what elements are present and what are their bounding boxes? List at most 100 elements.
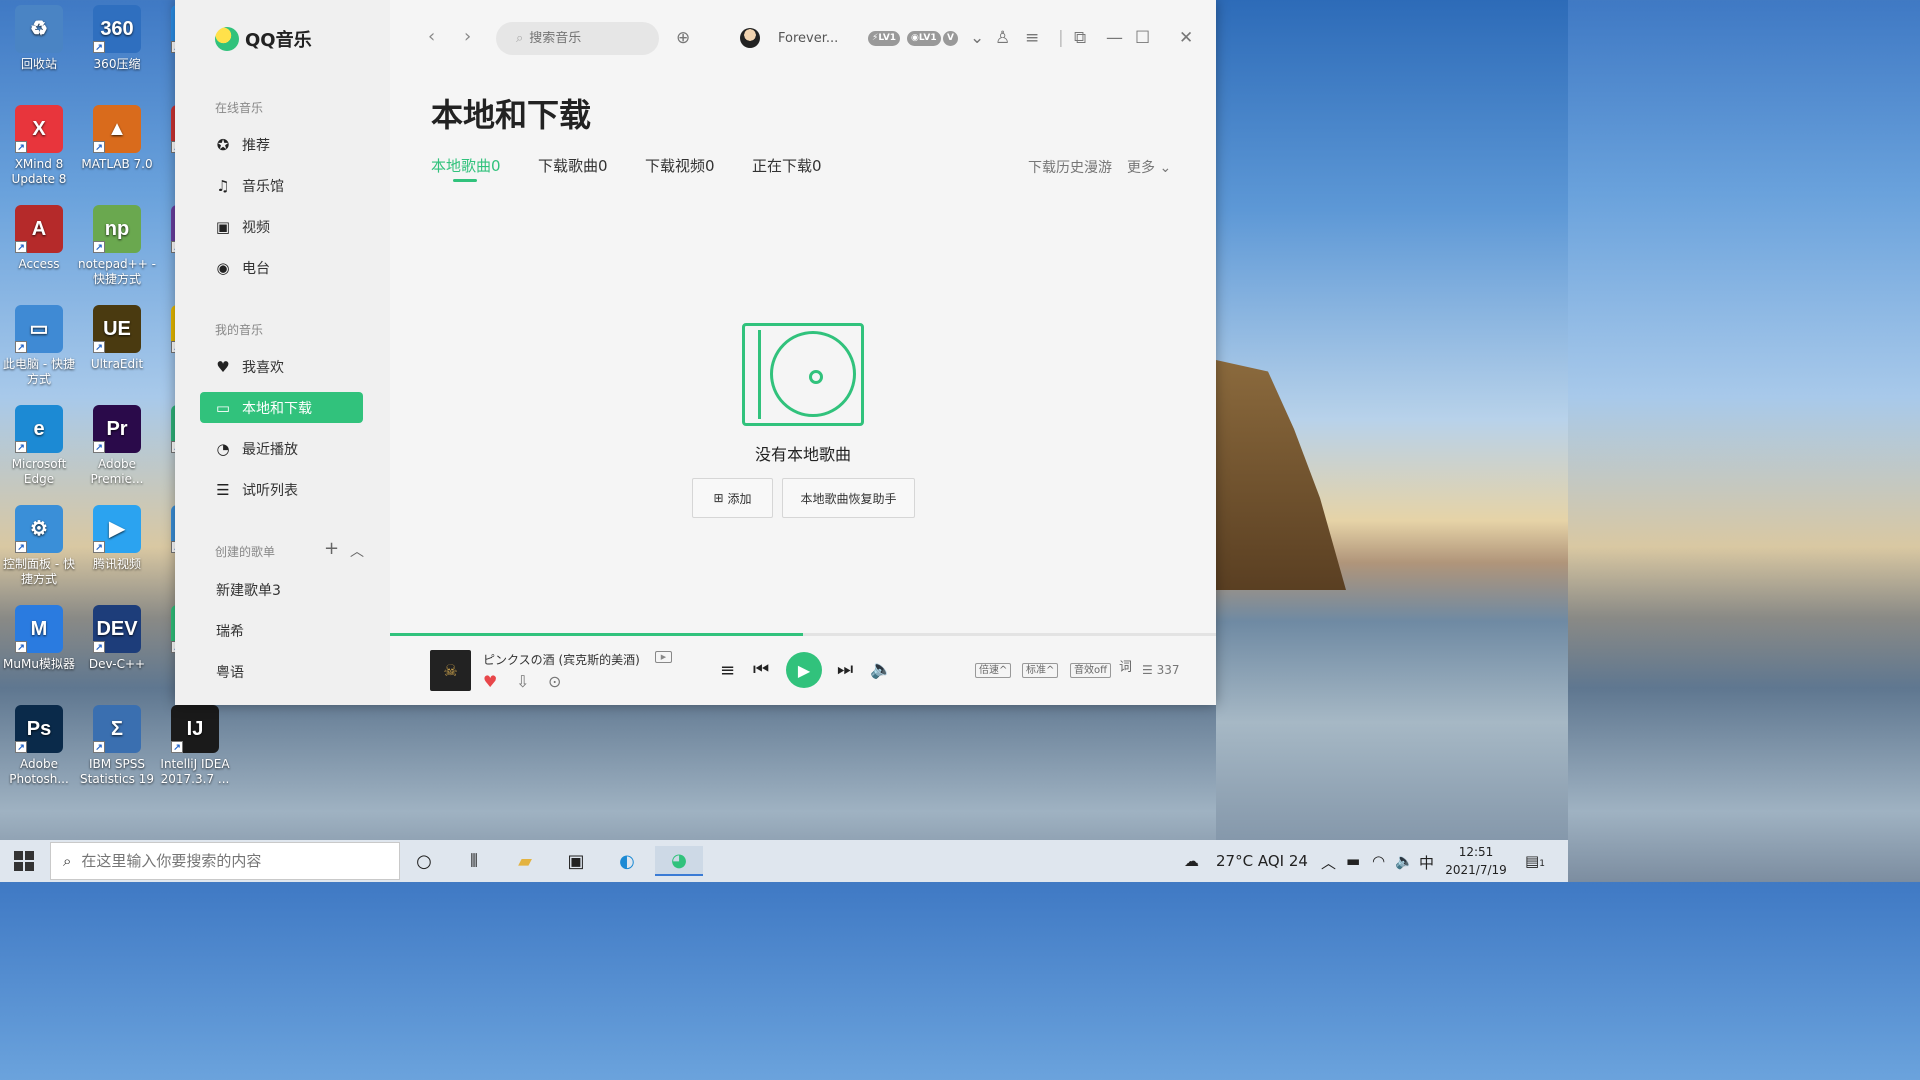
desktop-icon[interactable]: ▭ ↗ 此电脑 - 快捷方式 [0, 305, 78, 387]
desktop-icon[interactable]: X ↗ XMind 8 Update 8 [0, 105, 78, 187]
sidebar-item[interactable]: ♥ 我喜欢 [200, 351, 363, 382]
desktop-icon-label: Dev-C++ [88, 657, 146, 671]
show-hidden-icons[interactable]: ︿ [1321, 852, 1336, 873]
volume-tray-icon[interactable]: 🔈 [1395, 852, 1414, 870]
clock[interactable]: 12:51 2021/7/19 [1440, 843, 1512, 879]
search-box[interactable]: ⌕ [496, 22, 659, 55]
sidebar-item[interactable]: ◉ 电台 [200, 252, 363, 283]
icon-glyph: ▭ [29, 317, 49, 340]
v-badge[interactable]: V [943, 31, 958, 46]
qq-music-taskbar-icon[interactable]: ◕ [655, 846, 703, 876]
weather-icon[interactable]: ☁ [1184, 852, 1199, 870]
quality-chip[interactable]: 标准^ [1022, 663, 1059, 678]
shortcut-arrow-icon: ↗ [15, 441, 27, 453]
voice-search-icon[interactable]: ⊕ [676, 28, 690, 48]
like-heart-icon[interactable]: ♥ [483, 672, 497, 691]
tab-downloaded-songs[interactable]: 下载歌曲0 [538, 155, 608, 176]
windows-start-icon[interactable] [14, 851, 34, 871]
desktop-icon[interactable]: Ps ↗ Adobe Photosh... [0, 705, 78, 787]
battery-icon[interactable]: ▬ [1346, 852, 1360, 870]
maximize-icon[interactable]: ☐ [1135, 28, 1150, 48]
sidebar-item[interactable]: ♫ 音乐馆 [200, 170, 363, 201]
file-explorer-icon[interactable]: ▰ [507, 846, 543, 876]
more-link[interactable]: 更多 ⌄ [1127, 157, 1171, 177]
play-mode-icon[interactable]: ≡ [720, 660, 735, 681]
play-button[interactable]: ▶ [786, 652, 822, 688]
desktop-icon[interactable]: ♻ 回收站 [0, 5, 78, 72]
playlist-item[interactable]: 瑞希 [216, 621, 244, 641]
sidebar-item[interactable]: ▭ 本地和下载 [200, 392, 363, 423]
weather-text[interactable]: 27°C AQI 24 [1216, 852, 1308, 870]
tab-local-songs[interactable]: 本地歌曲0 [431, 155, 501, 176]
desktop-icon[interactable]: ⚙ ↗ 控制面板 - 快捷方式 [0, 505, 78, 587]
desktop-icon[interactable]: Σ ↗ IBM SPSS Statistics 19 [78, 705, 156, 787]
sound-effect-chip[interactable]: 音效off [1070, 663, 1112, 678]
desktop-icon[interactable]: A ↗ Access [0, 205, 78, 272]
add-playlist-icon[interactable]: + [324, 538, 339, 559]
search-input[interactable] [529, 31, 640, 46]
app-shortcut-icon: Σ ↗ [93, 705, 141, 753]
download-history-link[interactable]: 下载历史漫游 [1028, 157, 1112, 177]
desktop-icon[interactable]: UE ↗ UltraEdit [78, 305, 156, 372]
cortana-icon[interactable]: ○ [406, 846, 442, 876]
playlist-item[interactable]: 新建歌单3 [216, 580, 281, 600]
chevron-down-icon[interactable]: ⌄ [970, 28, 984, 48]
taskbar-search-input[interactable] [81, 852, 382, 870]
shortcut-arrow-icon: ↗ [93, 541, 105, 553]
more-options-icon[interactable]: ⊙ [548, 672, 561, 691]
song-title[interactable]: ピンクスの酒 (宾克斯的美酒) [483, 651, 640, 668]
playlist-item[interactable]: 粤语 [216, 662, 244, 682]
sidebar-item[interactable]: ☰ 试听列表 [200, 474, 363, 505]
back-icon[interactable]: ‹ [428, 26, 435, 47]
ime-indicator[interactable]: 中 [1419, 852, 1434, 873]
album-cover[interactable]: ☠ [430, 650, 471, 691]
desktop-icon[interactable]: M ↗ MuMu模拟器 [0, 605, 78, 672]
desktop-icon[interactable]: e ↗ Microsoft Edge [0, 405, 78, 487]
desktop-icon[interactable]: 360 ↗ 360压缩 [78, 5, 156, 72]
mini-mode-icon[interactable]: ⧉ [1074, 28, 1086, 48]
skin-icon[interactable]: ♙ [995, 28, 1010, 48]
desktop-icon[interactable]: DEV ↗ Dev-C++ [78, 605, 156, 672]
previous-track-icon[interactable]: ⏮ [753, 659, 769, 680]
desktop-icon[interactable]: Pr ↗ Adobe Premie... [78, 405, 156, 487]
network-icon[interactable]: ◠ [1372, 852, 1385, 870]
task-view-icon[interactable]: ⫴ [456, 846, 492, 876]
shortcut-arrow-icon: ↗ [93, 241, 105, 253]
restore-helper-button[interactable]: 本地歌曲恢复助手 [782, 478, 915, 518]
store-icon[interactable]: ▣ [558, 846, 594, 876]
minimize-icon[interactable]: — [1106, 28, 1123, 48]
desktop-icon[interactable]: np ↗ notepad++ - 快捷方式 [78, 205, 156, 287]
volume-icon[interactable]: 🔈 [870, 659, 892, 680]
desktop-icon[interactable]: IJ ↗ IntelliJ IDEA 2017.3.7 ... [156, 705, 234, 787]
notification-icon[interactable]: ▤1 [1525, 852, 1545, 870]
desktop-icon[interactable]: ▲ ↗ MATLAB 7.0 [78, 105, 156, 172]
app-logo[interactable]: QQ音乐 [215, 26, 312, 52]
add-button[interactable]: ⊞ 添加 [692, 478, 773, 518]
taskbar-search-box[interactable]: ⌕ [50, 842, 400, 880]
menu-icon[interactable]: ≡ [1025, 28, 1039, 48]
lyrics-icon[interactable]: 词 [1116, 661, 1135, 676]
vip-badge[interactable]: ⚡LV1 [868, 31, 901, 46]
playlist-queue-button[interactable]: ☰ 337 [1142, 663, 1180, 677]
sidebar-item[interactable]: ◔ 最近播放 [200, 433, 363, 464]
tab-downloading[interactable]: 正在下载0 [752, 155, 822, 176]
username[interactable]: Forever... [778, 31, 838, 46]
desktop-icon[interactable]: ▶ ↗ 腾讯视频 [78, 505, 156, 572]
forward-icon[interactable]: › [464, 26, 471, 47]
sidebar-item[interactable]: ▣ 视频 [200, 211, 363, 242]
speed-chip[interactable]: 倍速^ [975, 663, 1012, 678]
close-icon[interactable]: ✕ [1179, 28, 1193, 48]
avatar[interactable] [740, 28, 760, 48]
shortcut-arrow-icon: ↗ [15, 741, 27, 753]
download-icon[interactable]: ⇩ [516, 672, 529, 691]
collapse-icon[interactable]: ︿ [350, 541, 364, 561]
sidebar-item[interactable]: ✪ 推荐 [200, 129, 363, 160]
icon-glyph: np [104, 217, 130, 240]
app-shortcut-icon: M↗ [15, 605, 63, 653]
next-track-icon[interactable]: ⏭ [837, 659, 853, 680]
edge-icon[interactable]: ◐ [609, 846, 645, 876]
sidebar-item-label: 视频 [242, 219, 270, 236]
level-badge[interactable]: ◉LV1 [907, 31, 941, 46]
mv-icon[interactable]: ▶ [655, 651, 672, 663]
tab-downloaded-videos[interactable]: 下载视频0 [645, 155, 715, 176]
